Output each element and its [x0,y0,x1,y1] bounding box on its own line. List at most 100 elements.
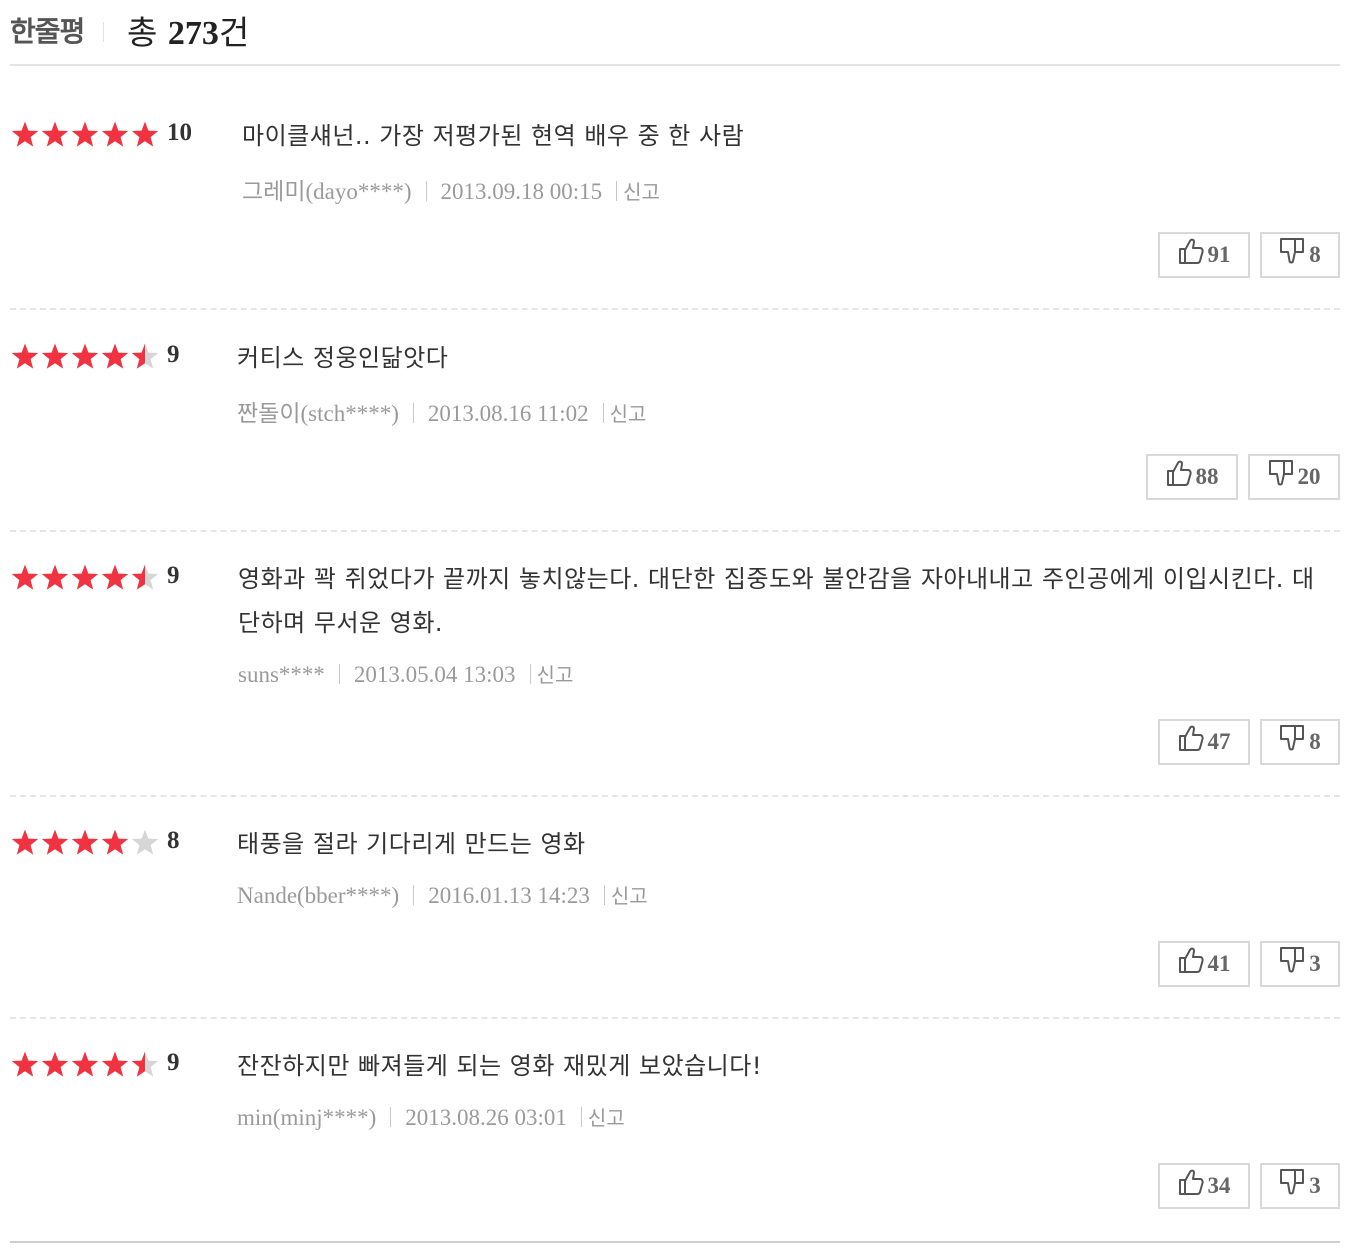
like-button[interactable]: 41 [1158,941,1250,987]
star-full-icon [100,563,130,593]
meta-divider [390,1107,392,1127]
review-item: 9 잔잔하지만 빠져들게 되는 영화 재밌게 보았습니다! min(minj**… [10,1049,1340,1243]
star-full-icon [40,342,70,372]
dislike-count: 8 [1309,242,1321,267]
review-meta: 짠돌이(stch****) 2013.08.16 11:02 신고 [237,394,646,428]
thumbs-down-icon [1279,724,1305,758]
rating-score: 9 [167,1049,180,1076]
dislike-button[interactable]: 3 [1260,1163,1340,1209]
vote-buttons: 88 20 [1146,454,1340,500]
vote-buttons: 91 8 [1158,232,1340,278]
reviewer-id: min(minj****) [237,1105,377,1130]
thumbs-up-icon [1178,1168,1204,1202]
review-text: 태풍을 절라 기다리게 만드는 영화 [237,830,586,858]
dislike-button[interactable]: 20 [1248,454,1340,500]
thumbs-down-icon [1279,237,1305,271]
like-button[interactable]: 88 [1146,454,1238,500]
review-meta: 그레미(dayo****) 2013.09.18 00:15 신고 [242,172,660,206]
review-meta: min(minj****) 2013.08.26 03:01 신고 [237,1102,625,1131]
meta-divider [529,664,531,684]
total-prefix: 총 [127,13,158,52]
reviewer-nickname: 짠돌이 [237,401,301,427]
star-full-icon [10,563,40,593]
review-text: 커티스 정웅인닮앗다 [237,344,449,372]
reviewer-id: (dayo****) [305,179,412,204]
reviewer-id: (stch****) [300,401,399,426]
rating-score: 8 [167,827,180,854]
star-full-icon [10,342,40,372]
vote-buttons: 34 3 [1158,1163,1340,1209]
star-full-icon [10,828,40,858]
dislike-button[interactable]: 8 [1260,232,1340,278]
star-full-icon [40,828,70,858]
report-link[interactable]: 신고 [611,884,648,908]
meta-divider [425,181,427,201]
like-count: 41 [1207,951,1231,976]
vote-buttons: 47 8 [1158,719,1340,765]
reviewer-id: Nande(bber****) [237,883,400,908]
review-text: 마이클섀넌.. 가장 저평가된 현역 배우 중 한 사람 [242,122,745,150]
dislike-button[interactable]: 8 [1260,719,1340,765]
report-link[interactable]: 신고 [623,180,660,204]
reviewer-id: suns**** [238,662,325,687]
rating-score: 9 [167,562,180,589]
star-full-icon [10,1050,40,1080]
meta-divider [602,403,604,423]
review-item: 9 영화과 꽉 쥐었다가 끝까지 놓치않는다. 대단한 집중도와 불안감을 자아… [10,562,1340,797]
report-link[interactable]: 신고 [610,402,647,426]
review-header: 한줄평 총 273건 [10,0,1340,66]
review-item: 10 마이클섀넌.. 가장 저평가된 현역 배우 중 한 사람 그레미(dayo… [10,119,1340,310]
star-full-icon [100,1050,130,1080]
star-full-icon [70,342,100,372]
thumbs-up-icon [1178,724,1204,758]
star-full-icon [40,563,70,593]
like-button[interactable]: 34 [1158,1163,1250,1209]
star-half-icon [130,1050,160,1080]
star-half-icon [130,563,160,593]
meta-divider [580,1107,582,1127]
like-count: 47 [1207,729,1231,754]
thumbs-up-icon [1166,459,1192,493]
review-text: 영화과 꽉 쥐었다가 끝까지 놓치않는다. 대단한 집중도와 불안감을 자아내내… [238,565,1315,637]
star-full-icon [70,1050,100,1080]
rating-score: 9 [167,341,180,368]
like-button[interactable]: 47 [1158,719,1250,765]
thumbs-down-icon [1279,1168,1305,1202]
star-full-icon [10,120,40,150]
review-section: 한줄평 총 273건 10 마이클섀넌.. 가장 저평가된 현역 배우 중 한 … [0,0,1347,1254]
review-date: 2013.05.04 13:03 [353,662,516,687]
thumbs-down-icon [1268,459,1294,493]
star-empty-icon [130,828,160,858]
total-count: 총 273건 [127,6,249,54]
report-link[interactable]: 신고 [537,663,574,687]
star-full-icon [70,120,100,150]
thumbs-down-icon [1279,946,1305,980]
star-full-icon [100,828,130,858]
review-item: 8 태풍을 절라 기다리게 만드는 영화 Nande(bber****) 2016… [10,827,1340,1019]
star-full-icon [70,563,100,593]
section-title: 한줄평 [10,15,85,48]
thumbs-up-icon [1178,237,1204,271]
header-divider [103,22,104,42]
star-full-icon [100,120,130,150]
review-meta: Nande(bber****) 2016.01.13 14:23 신고 [237,880,648,909]
report-link[interactable]: 신고 [588,1106,625,1130]
dislike-button[interactable]: 3 [1260,941,1340,987]
dislike-count: 20 [1297,464,1321,489]
like-count: 34 [1207,1173,1231,1198]
like-button[interactable]: 91 [1158,232,1250,278]
star-half-icon [130,342,160,372]
like-count: 88 [1195,464,1219,489]
review-date: 2013.08.16 11:02 [427,401,589,426]
star-full-icon [40,120,70,150]
star-full-icon [70,828,100,858]
dislike-count: 3 [1309,1173,1321,1198]
meta-divider [603,885,605,905]
rating-score: 10 [167,119,192,146]
dislike-count: 3 [1309,951,1321,976]
total-suffix: 건 [218,13,250,52]
star-full-icon [100,342,130,372]
reviewer-nickname: 그레미 [242,179,306,205]
vote-buttons: 41 3 [1158,941,1340,987]
review-meta: suns**** 2013.05.04 13:03 신고 [238,659,573,688]
